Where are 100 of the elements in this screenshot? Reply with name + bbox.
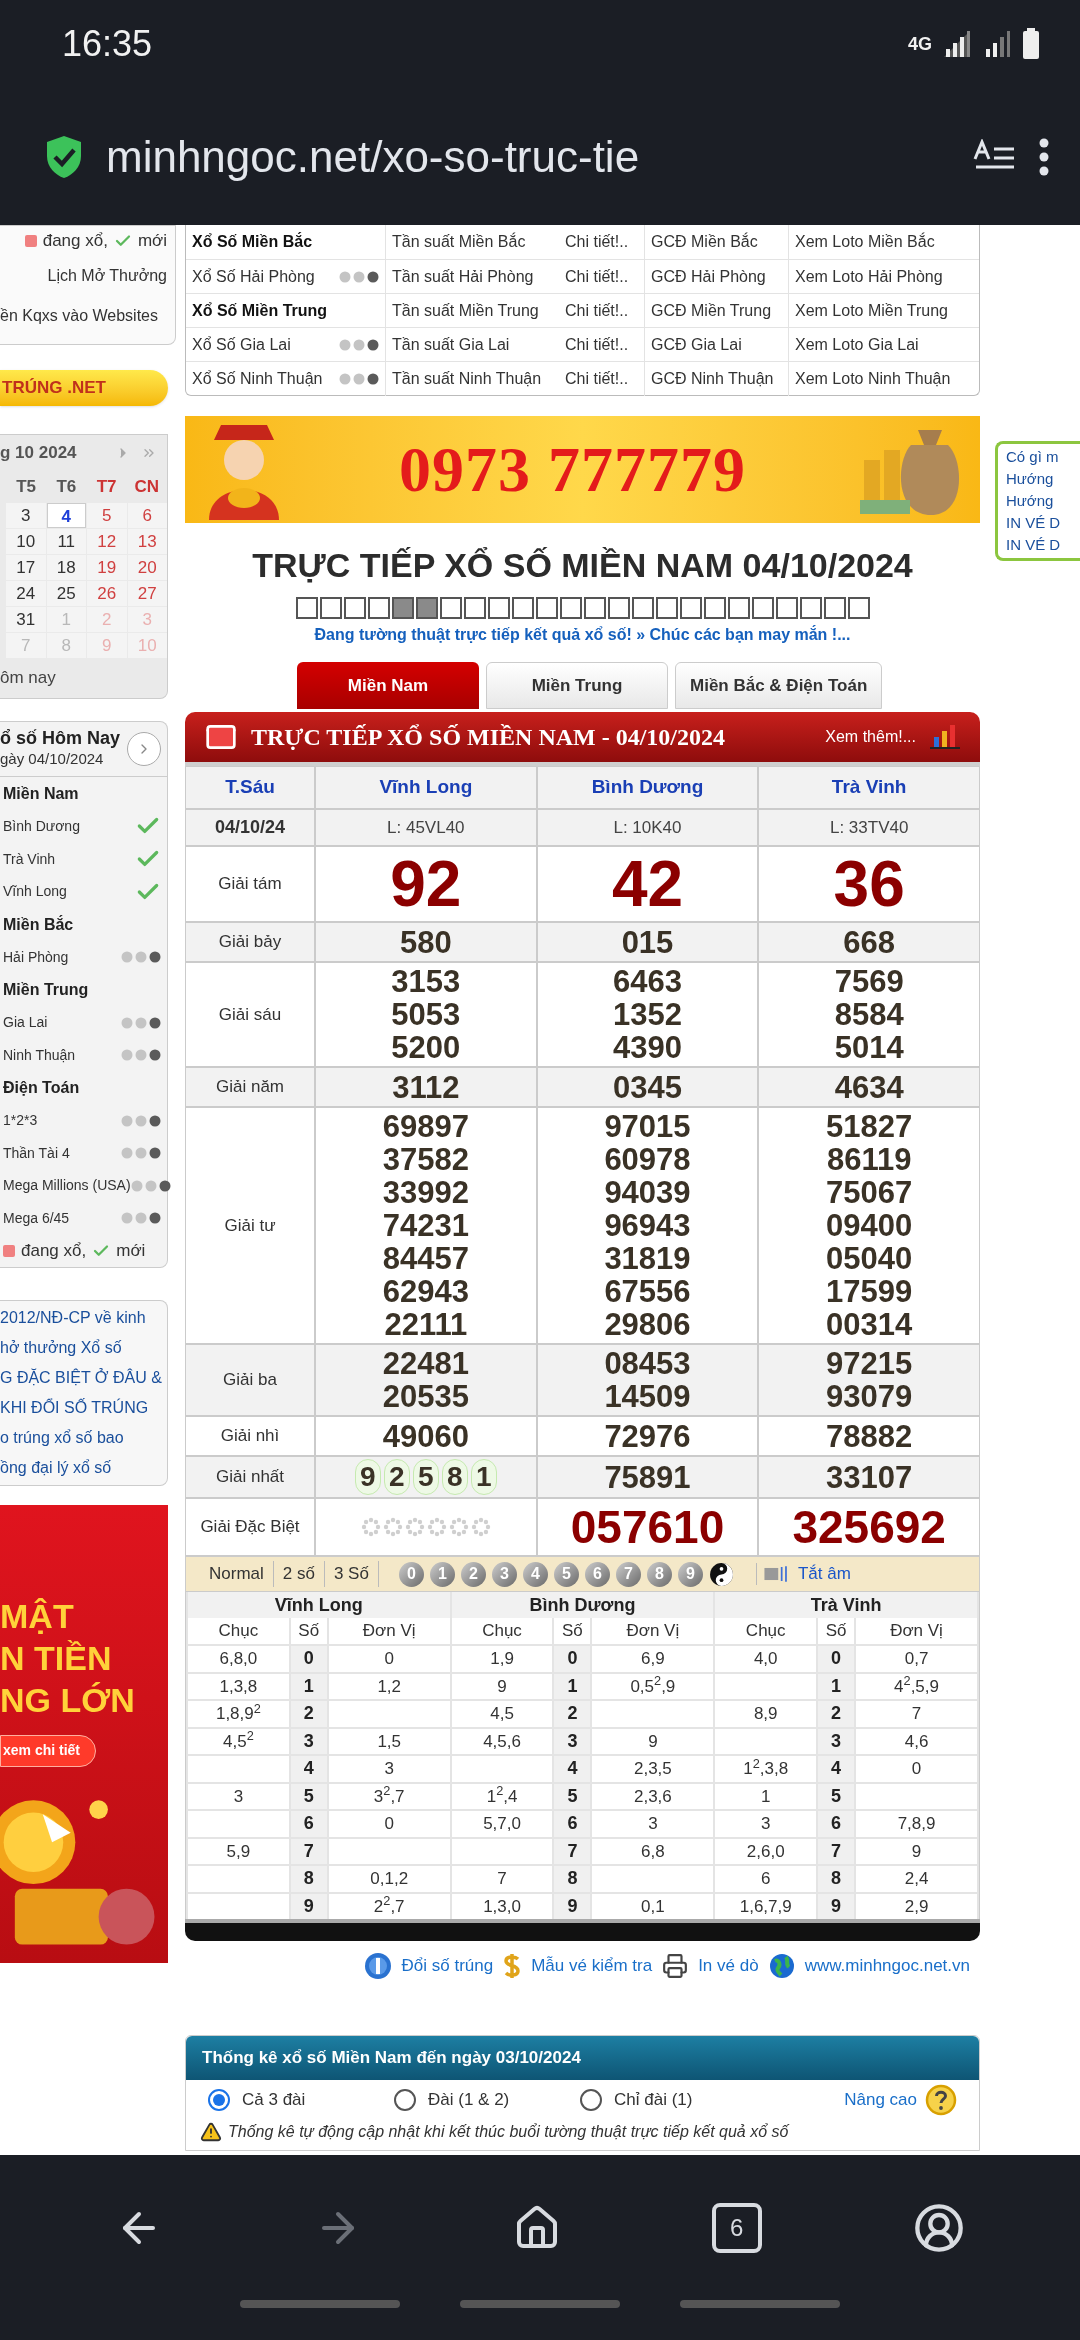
loto-link[interactable]: Xem Loto Miền Bắc bbox=[789, 230, 979, 254]
frequency-link[interactable]: Tần suất Hải Phòng bbox=[386, 265, 565, 289]
lottery-link[interactable]: Vĩnh Long bbox=[3, 881, 67, 903]
loto-link[interactable]: Xem Loto Gia Lai bbox=[789, 333, 979, 357]
lottery-link[interactable]: Bình Dương bbox=[3, 815, 80, 837]
lottery-link[interactable]: Xổ Số Gia Lai bbox=[192, 333, 291, 357]
lottery-link[interactable]: 1*2*3 bbox=[3, 1110, 38, 1132]
calendar-day[interactable]: 11 bbox=[46, 529, 86, 554]
calendar-day[interactable]: 4 bbox=[46, 503, 86, 528]
lottery-link[interactable]: Xổ Số Ninh Thuận bbox=[192, 367, 323, 391]
loto-link[interactable]: Xem Loto Hải Phòng bbox=[789, 265, 979, 289]
calendar-day[interactable]: 25 bbox=[46, 581, 86, 606]
gcd-link[interactable]: GCĐ Ninh Thuận bbox=[645, 362, 789, 396]
news-link[interactable]: 2012/NĐ-CP về kinh bbox=[0, 1306, 167, 1330]
footer-link[interactable]: www.minhngoc.net.vn bbox=[804, 1953, 970, 1979]
lottery-link[interactable]: Mega Millions (USA) bbox=[3, 1175, 131, 1197]
region-tab[interactable]: Miền Bắc & Điện Toán bbox=[675, 662, 883, 709]
station-name[interactable]: Vĩnh Long bbox=[316, 767, 536, 808]
detail-link[interactable]: Chi tiết!.. bbox=[565, 225, 645, 259]
account-icon[interactable] bbox=[912, 2201, 965, 2254]
lottery-link[interactable]: Xổ Số Miền Bắc bbox=[192, 230, 313, 254]
footer-link[interactable]: Đổi số trúng bbox=[401, 1953, 494, 1979]
gcd-link[interactable]: GCĐ Hải Phòng bbox=[645, 260, 789, 294]
calendar-day[interactable]: 19 bbox=[87, 555, 127, 580]
station-name[interactable]: Trà Vinh bbox=[759, 767, 979, 808]
digit-cell: 5 bbox=[818, 1783, 855, 1809]
detail-link[interactable]: Chi tiết!.. bbox=[565, 362, 645, 396]
mode-option[interactable]: 3 Số bbox=[324, 1561, 379, 1587]
radio-option[interactable]: Chỉ đài (1) bbox=[580, 2087, 766, 2113]
calendar-day[interactable]: 17 bbox=[6, 555, 46, 580]
bar-chart-icon[interactable] bbox=[930, 725, 960, 749]
status-dots-icon bbox=[121, 1016, 161, 1029]
calendar-day[interactable]: 10 bbox=[6, 529, 46, 554]
radio-option[interactable]: Đài (1 & 2) bbox=[394, 2087, 580, 2113]
globe-icon bbox=[768, 1953, 795, 1979]
help-icon[interactable] bbox=[925, 2084, 957, 2116]
lottery-link[interactable]: Gia Lai bbox=[3, 1012, 48, 1034]
calendar-day[interactable]: 31 bbox=[6, 607, 46, 632]
lottery-link[interactable]: Xổ Số Hải Phòng bbox=[192, 265, 315, 289]
calendar-day[interactable]: 26 bbox=[87, 581, 127, 606]
lottery-link[interactable]: Ninh Thuận bbox=[3, 1044, 76, 1066]
yin-yang-icon[interactable] bbox=[708, 1561, 734, 1587]
live-square-icon bbox=[3, 1244, 15, 1257]
url-text[interactable]: minhngoc.net/xo-so-truc-tie bbox=[106, 123, 950, 190]
frequency-link[interactable]: Tần suất Gia Lai bbox=[386, 333, 565, 357]
news-link[interactable]: o trúng xổ số bao bbox=[0, 1426, 167, 1450]
calendar-day[interactable]: 20 bbox=[127, 555, 167, 580]
calendar-day[interactable]: 24 bbox=[6, 581, 46, 606]
embed-link[interactable]: ền Kqxs vào Websites bbox=[0, 303, 158, 328]
guide-link[interactable]: IN VÉ D bbox=[1006, 534, 1080, 556]
mute-link[interactable]: Tắt âm bbox=[797, 1561, 851, 1587]
gcd-link[interactable]: GCĐ Miền Bắc bbox=[645, 225, 789, 259]
frequency-link[interactable]: Tần suất Miền Trung bbox=[386, 299, 565, 323]
calendar-day[interactable]: 5 bbox=[87, 503, 127, 528]
region-tab[interactable]: Miền Nam bbox=[297, 662, 479, 709]
see-more-link[interactable]: Xem thêm!... bbox=[825, 725, 916, 749]
mode-option[interactable]: 2 số bbox=[273, 1561, 325, 1587]
promo-button[interactable]: TRÚNG .NET bbox=[0, 370, 168, 406]
news-link[interactable]: G ĐẶC BIỆT Ở ĐÂU & bbox=[0, 1366, 167, 1390]
radio-option[interactable]: Cả 3 đài bbox=[208, 2087, 394, 2113]
news-link[interactable]: KHI ĐỔI SỐ TRÚNG bbox=[0, 1396, 167, 1420]
calendar-day[interactable]: 18 bbox=[46, 555, 86, 580]
guide-link[interactable]: Có gì m bbox=[1006, 446, 1080, 468]
schedule-link[interactable]: Lịch Mở Thưởng bbox=[47, 263, 167, 288]
ad-details-button[interactable]: xem chi tiết bbox=[0, 1735, 96, 1767]
frequency-link[interactable]: Tần suất Miền Bắc bbox=[386, 230, 565, 254]
more-menu-icon[interactable] bbox=[1038, 136, 1050, 177]
loto-link[interactable]: Xem Loto Ninh Thuận bbox=[789, 367, 979, 391]
gcd-link[interactable]: GCĐ Gia Lai bbox=[645, 328, 789, 362]
guide-link[interactable]: Hướng bbox=[1006, 490, 1080, 512]
gcd-link[interactable]: GCĐ Miền Trung bbox=[645, 294, 789, 328]
station-name[interactable]: Bình Dương bbox=[537, 767, 758, 808]
guide-link[interactable]: Hướng bbox=[1006, 468, 1080, 490]
loto-link[interactable]: Xem Loto Miền Trung bbox=[789, 299, 979, 323]
calendar-day[interactable]: 27 bbox=[127, 581, 167, 606]
region-tab[interactable]: Miền Trung bbox=[486, 662, 668, 709]
calendar-day[interactable]: 12 bbox=[87, 529, 127, 554]
detail-link[interactable]: Chi tiết!.. bbox=[565, 260, 645, 294]
lottery-link[interactable]: Mega 6/45 bbox=[3, 1207, 70, 1229]
calendar-day[interactable]: 13 bbox=[127, 529, 167, 554]
detail-link[interactable]: Chi tiết!.. bbox=[565, 294, 645, 328]
lottery-link[interactable]: Hải Phòng bbox=[3, 946, 69, 968]
mode-option[interactable]: Normal bbox=[200, 1561, 274, 1587]
frequency-link[interactable]: Tần suất Ninh Thuận bbox=[386, 367, 565, 391]
lottery-link[interactable]: Xổ Số Miền Trung bbox=[192, 299, 328, 323]
prize-number: 92 bbox=[390, 849, 462, 919]
lottery-link[interactable]: Trà Vinh bbox=[3, 848, 56, 870]
calendar-day[interactable]: 6 bbox=[127, 503, 167, 528]
news-link[interactable]: hở thưởng Xổ số bbox=[0, 1336, 167, 1360]
advanced-link[interactable]: Nâng cao bbox=[844, 2087, 917, 2113]
news-link[interactable]: ồng đại lý xổ số bbox=[0, 1456, 167, 1480]
tab-switcher-button[interactable]: 6 bbox=[711, 2202, 762, 2253]
guide-link[interactable]: IN VÉ D bbox=[1006, 512, 1080, 534]
loto-station-name: Bình Dương bbox=[451, 1592, 714, 1618]
calendar-day[interactable]: 3 bbox=[6, 503, 46, 528]
today-link[interactable]: ôm nay bbox=[0, 664, 167, 690]
detail-link[interactable]: Chi tiết!.. bbox=[565, 328, 645, 362]
footer-link[interactable]: Mẫu vé kiểm tra bbox=[531, 1953, 653, 1979]
footer-link[interactable]: In vé dò bbox=[698, 1953, 759, 1979]
lottery-link[interactable]: Thần Tài 4 bbox=[3, 1142, 70, 1164]
